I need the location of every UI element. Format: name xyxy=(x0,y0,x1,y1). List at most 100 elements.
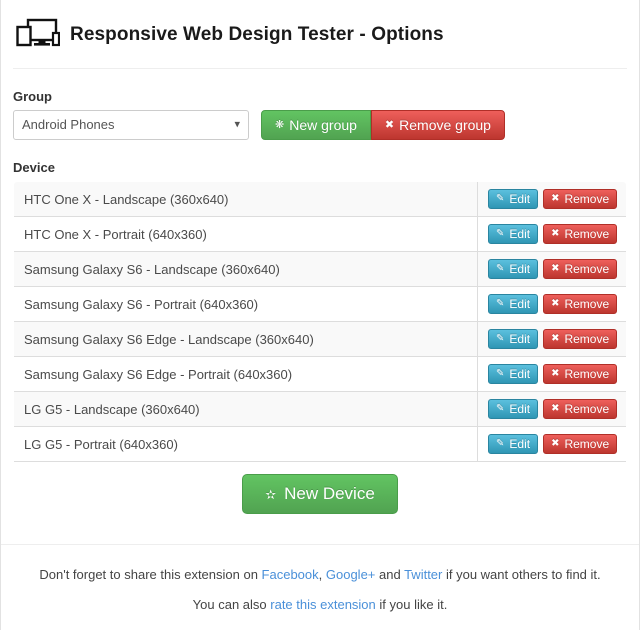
edit-device-button[interactable]: ✎ Edit xyxy=(488,399,539,419)
table-row: Samsung Galaxy S6 Edge - Landscape (360x… xyxy=(14,321,626,357)
new-device-button[interactable]: ✫ New Device xyxy=(242,474,398,514)
pencil-icon: ✎ xyxy=(496,368,505,379)
times-icon: ✖ xyxy=(551,333,560,344)
row-button-group: ✎ Edit ✖ Remove xyxy=(488,259,618,279)
facebook-link[interactable]: Facebook xyxy=(262,567,319,582)
remove-device-label: Remove xyxy=(564,297,610,311)
edit-device-button[interactable]: ✎ Edit xyxy=(488,189,539,209)
page-title: Responsive Web Design Tester - Options xyxy=(70,24,444,45)
table-row: HTC One X - Landscape (360x640) ✎ Edit ✖ Rem… xyxy=(14,182,626,217)
edit-device-label: Edit xyxy=(509,402,531,416)
table-row: LG G5 - Landscape (360x640) ✎ Edit ✖ Remove xyxy=(14,391,626,427)
remove-device-label: Remove xyxy=(564,367,610,381)
remove-group-label: Remove group xyxy=(399,117,491,133)
group-button-group: ❋ New group ✖ Remove group xyxy=(261,110,505,140)
header-region: Responsive Web Design Tester - Options xyxy=(1,0,639,68)
edit-device-label: Edit xyxy=(509,297,531,311)
remove-device-label: Remove xyxy=(564,402,610,416)
edit-device-label: Edit xyxy=(509,437,531,451)
new-device-row: ✫ New Device xyxy=(14,461,626,526)
row-button-group: ✎ Edit ✖ Remove xyxy=(488,294,618,314)
row-button-group: ✎ Edit ✖ Remove xyxy=(488,399,618,419)
device-actions-cell: ✎ Edit ✖ Remove xyxy=(477,286,626,322)
device-actions-cell: ✎ Edit ✖ Remove xyxy=(477,426,626,462)
device-actions-cell: ✎ Edit ✖ Remove xyxy=(477,216,626,252)
footer-text-1a: Don't forget to share this extension on xyxy=(39,567,262,582)
table-row: Samsung Galaxy S6 - Portrait (640x360) ✎ E… xyxy=(14,286,626,322)
device-actions-cell: ✎ Edit ✖ Remove xyxy=(477,356,626,392)
device-name-cell: Samsung Galaxy S6 - Portrait (640x360) xyxy=(14,286,478,322)
row-button-group: ✎ Edit ✖ Remove xyxy=(488,189,618,209)
remove-group-button[interactable]: ✖ Remove group xyxy=(370,110,505,140)
pencil-icon: ✎ xyxy=(496,438,505,449)
device-name-cell: LG G5 - Landscape (360x640) xyxy=(14,391,478,427)
edit-device-label: Edit xyxy=(509,367,531,381)
group-select[interactable]: Android Phones xyxy=(13,110,249,140)
group-row: Android Phones ▾ ❋ New group ✖ Remove gr… xyxy=(13,110,627,140)
footer-text-2b: if you like it. xyxy=(375,597,448,612)
row-button-group: ✎ Edit ✖ Remove xyxy=(488,224,618,244)
header-divider xyxy=(13,68,627,69)
edit-device-button[interactable]: ✎ Edit xyxy=(488,329,539,349)
remove-device-label: Remove xyxy=(564,332,610,346)
device-label: Device xyxy=(13,160,55,175)
group-select-wrap[interactable]: Android Phones ▾ xyxy=(13,110,249,140)
times-icon: ✖ xyxy=(551,298,560,309)
times-icon: ✖ xyxy=(551,368,560,379)
footer: Don't forget to share this extension on … xyxy=(1,545,639,620)
device-actions-cell: ✎ Edit ✖ Remove xyxy=(477,321,626,357)
table-row: Samsung Galaxy S6 Edge - Portrait (640x3… xyxy=(14,356,626,392)
pencil-icon: ✎ xyxy=(496,263,505,274)
pencil-icon: ✎ xyxy=(496,298,505,309)
device-name-cell: Samsung Galaxy S6 - Landscape (360x640) xyxy=(14,251,478,287)
footer-text-2a: You can also xyxy=(192,597,271,612)
edit-device-button[interactable]: ✎ Edit xyxy=(488,259,539,279)
footer-line-2: You can also rate this extension if you … xyxy=(1,590,639,620)
responsive-devices-icon xyxy=(16,18,60,52)
new-group-button[interactable]: ❋ New group xyxy=(261,110,371,140)
edit-device-label: Edit xyxy=(509,262,531,276)
footer-text-1b: if you want others to find it. xyxy=(442,567,601,582)
row-button-group: ✎ Edit ✖ Remove xyxy=(488,329,618,349)
device-name-cell: HTC One X - Landscape (360x640) xyxy=(14,182,478,217)
times-icon: ✖ xyxy=(551,228,560,239)
device-name-cell: LG G5 - Portrait (640x360) xyxy=(14,426,478,462)
remove-device-label: Remove xyxy=(564,227,610,241)
device-actions-cell: ✎ Edit ✖ Remove xyxy=(477,391,626,427)
edit-device-button[interactable]: ✎ Edit xyxy=(488,224,539,244)
edit-device-label: Edit xyxy=(509,227,531,241)
times-icon: ✖ xyxy=(551,438,560,449)
remove-device-button[interactable]: ✖ Remove xyxy=(543,434,618,454)
remove-device-button[interactable]: ✖ Remove xyxy=(543,399,618,419)
new-device-cell: ✫ New Device xyxy=(14,461,626,526)
table-row: HTC One X - Portrait (640x360) ✎ Edit ✖ Remo… xyxy=(14,216,626,252)
edit-device-button[interactable]: ✎ Edit xyxy=(488,364,539,384)
remove-device-button[interactable]: ✖ Remove xyxy=(543,294,618,314)
pencil-icon: ✎ xyxy=(496,403,505,414)
times-icon: ✖ xyxy=(551,403,560,414)
rate-extension-link[interactable]: rate this extension xyxy=(270,597,376,612)
remove-device-button[interactable]: ✖ Remove xyxy=(543,224,618,244)
app-header: Responsive Web Design Tester - Options xyxy=(13,0,627,68)
remove-device-label: Remove xyxy=(564,192,610,206)
edit-device-label: Edit xyxy=(509,192,531,206)
edit-device-button[interactable]: ✎ Edit xyxy=(488,434,539,454)
remove-device-button[interactable]: ✖ Remove xyxy=(543,189,618,209)
remove-device-button[interactable]: ✖ Remove xyxy=(543,329,618,349)
device-table: HTC One X - Landscape (360x640) ✎ Edit ✖ Rem… xyxy=(13,181,627,527)
remove-device-label: Remove xyxy=(564,437,610,451)
group-label: Group xyxy=(13,89,52,104)
pencil-icon: ✎ xyxy=(496,333,505,344)
plus-circle-icon: ❋ xyxy=(275,118,285,131)
googleplus-link[interactable]: Google+ xyxy=(326,567,376,582)
edit-device-button[interactable]: ✎ Edit xyxy=(488,294,539,314)
twitter-link[interactable]: Twitter xyxy=(404,567,442,582)
pencil-icon: ✎ xyxy=(496,193,505,204)
remove-device-button[interactable]: ✖ Remove xyxy=(543,259,618,279)
row-button-group: ✎ Edit ✖ Remove xyxy=(488,364,618,384)
device-actions-cell: ✎ Edit ✖ Remove xyxy=(477,182,626,217)
device-name-cell: Samsung Galaxy S6 Edge - Landscape (360x… xyxy=(14,321,478,357)
pencil-icon: ✎ xyxy=(496,228,505,239)
remove-device-label: Remove xyxy=(564,262,610,276)
remove-device-button[interactable]: ✖ Remove xyxy=(543,364,618,384)
